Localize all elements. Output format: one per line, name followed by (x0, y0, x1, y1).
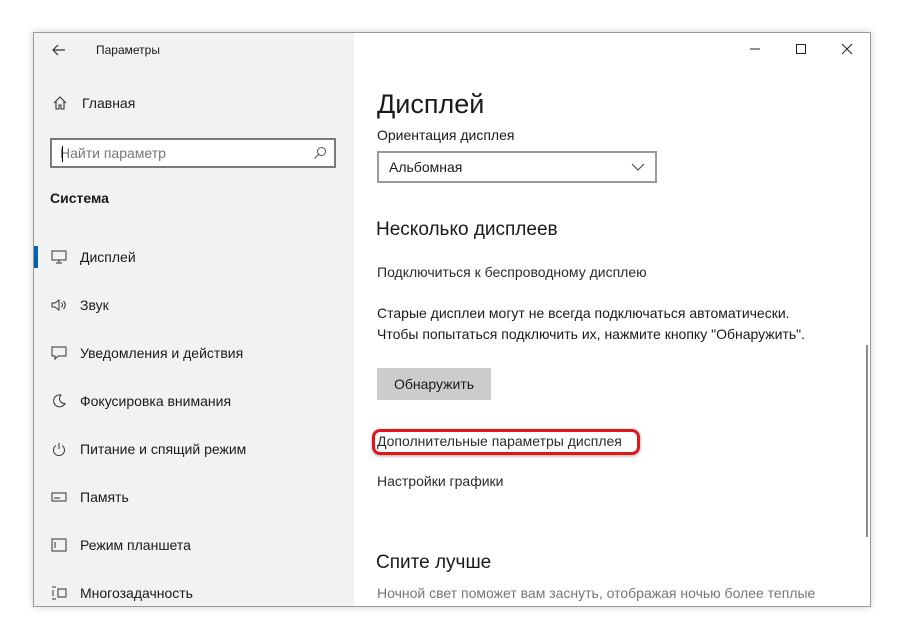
tablet-icon (50, 536, 68, 554)
graphics-settings-link[interactable]: Настройки графики (377, 473, 504, 489)
window-title: Параметры (96, 43, 160, 57)
monitor-icon (50, 248, 68, 266)
orientation-dropdown[interactable]: Альбомная (377, 151, 657, 183)
search-icon[interactable] (306, 146, 334, 160)
sidebar-item-tablet-mode[interactable]: Режим планшета (34, 521, 354, 569)
page-title: Дисплей (377, 89, 485, 119)
night-light-text: Ночной свет поможет вам заснуть, отображ… (377, 585, 816, 601)
maximize-button[interactable] (778, 33, 824, 65)
back-button[interactable] (48, 39, 70, 61)
sidebar-item-label: Многозадачность (80, 585, 193, 601)
back-arrow-icon (52, 44, 65, 56)
orientation-label: Ориентация дисплея (377, 127, 515, 143)
sidebar-item-notifications[interactable]: Уведомления и действия (34, 329, 354, 377)
settings-window: Параметры Главная Система Дисплей (33, 32, 871, 607)
sidebar: Параметры Главная Система Дисплей (34, 33, 354, 606)
sidebar-item-label: Память (80, 489, 129, 505)
sidebar-item-power[interactable]: Питание и спящий режим (34, 425, 354, 473)
scrollbar[interactable] (866, 345, 868, 537)
sidebar-nav: Дисплей Звук Уведомления и действия Фоку… (34, 233, 354, 606)
sidebar-item-label: Режим планшета (80, 537, 191, 553)
search-input[interactable] (52, 140, 306, 166)
detect-button[interactable]: Обнаружить (377, 368, 491, 400)
sidebar-item-display[interactable]: Дисплей (34, 233, 354, 281)
orientation-value: Альбомная (389, 159, 463, 175)
close-button[interactable] (824, 33, 870, 65)
home-icon (50, 95, 70, 111)
main-content: Дисплей Ориентация дисплея Альбомная Нес… (354, 33, 870, 606)
moon-icon (50, 392, 68, 410)
old-displays-text: Старые дисплеи могут не всегда подключат… (377, 305, 806, 342)
minimize-button[interactable] (732, 33, 778, 65)
sidebar-item-label: Уведомления и действия (80, 345, 244, 361)
home-label: Главная (82, 95, 136, 111)
text-cursor (62, 146, 63, 162)
sidebar-item-focus-assist[interactable]: Фокусировка внимания (34, 377, 354, 425)
storage-icon (50, 488, 68, 506)
multitask-icon (50, 584, 68, 602)
sidebar-item-sound[interactable]: Звук (34, 281, 354, 329)
close-icon (841, 43, 853, 55)
section-title: Система (50, 190, 109, 206)
speaker-icon (50, 296, 68, 314)
sleep-better-heading: Спите лучше (376, 552, 492, 573)
multi-display-heading: Несколько дисплеев (376, 219, 558, 240)
sidebar-item-multitasking[interactable]: Многозадачность (34, 569, 354, 606)
power-icon (50, 440, 68, 458)
sidebar-item-label: Фокусировка внимания (80, 393, 232, 409)
wireless-display-link[interactable]: Подключиться к беспроводному дисплею (377, 264, 647, 280)
notification-icon (50, 344, 68, 362)
sidebar-item-storage[interactable]: Память (34, 473, 354, 521)
search-box[interactable] (50, 138, 336, 168)
maximize-icon (796, 44, 806, 54)
sidebar-item-label: Дисплей (80, 249, 136, 265)
sidebar-item-label: Звук (80, 297, 109, 313)
chevron-down-icon (631, 163, 645, 171)
minimize-icon (750, 48, 760, 50)
home-link[interactable]: Главная (50, 95, 135, 111)
advanced-display-settings-link[interactable]: Дополнительные параметры дисплея (377, 433, 622, 449)
sidebar-item-label: Питание и спящий режим (80, 441, 247, 457)
